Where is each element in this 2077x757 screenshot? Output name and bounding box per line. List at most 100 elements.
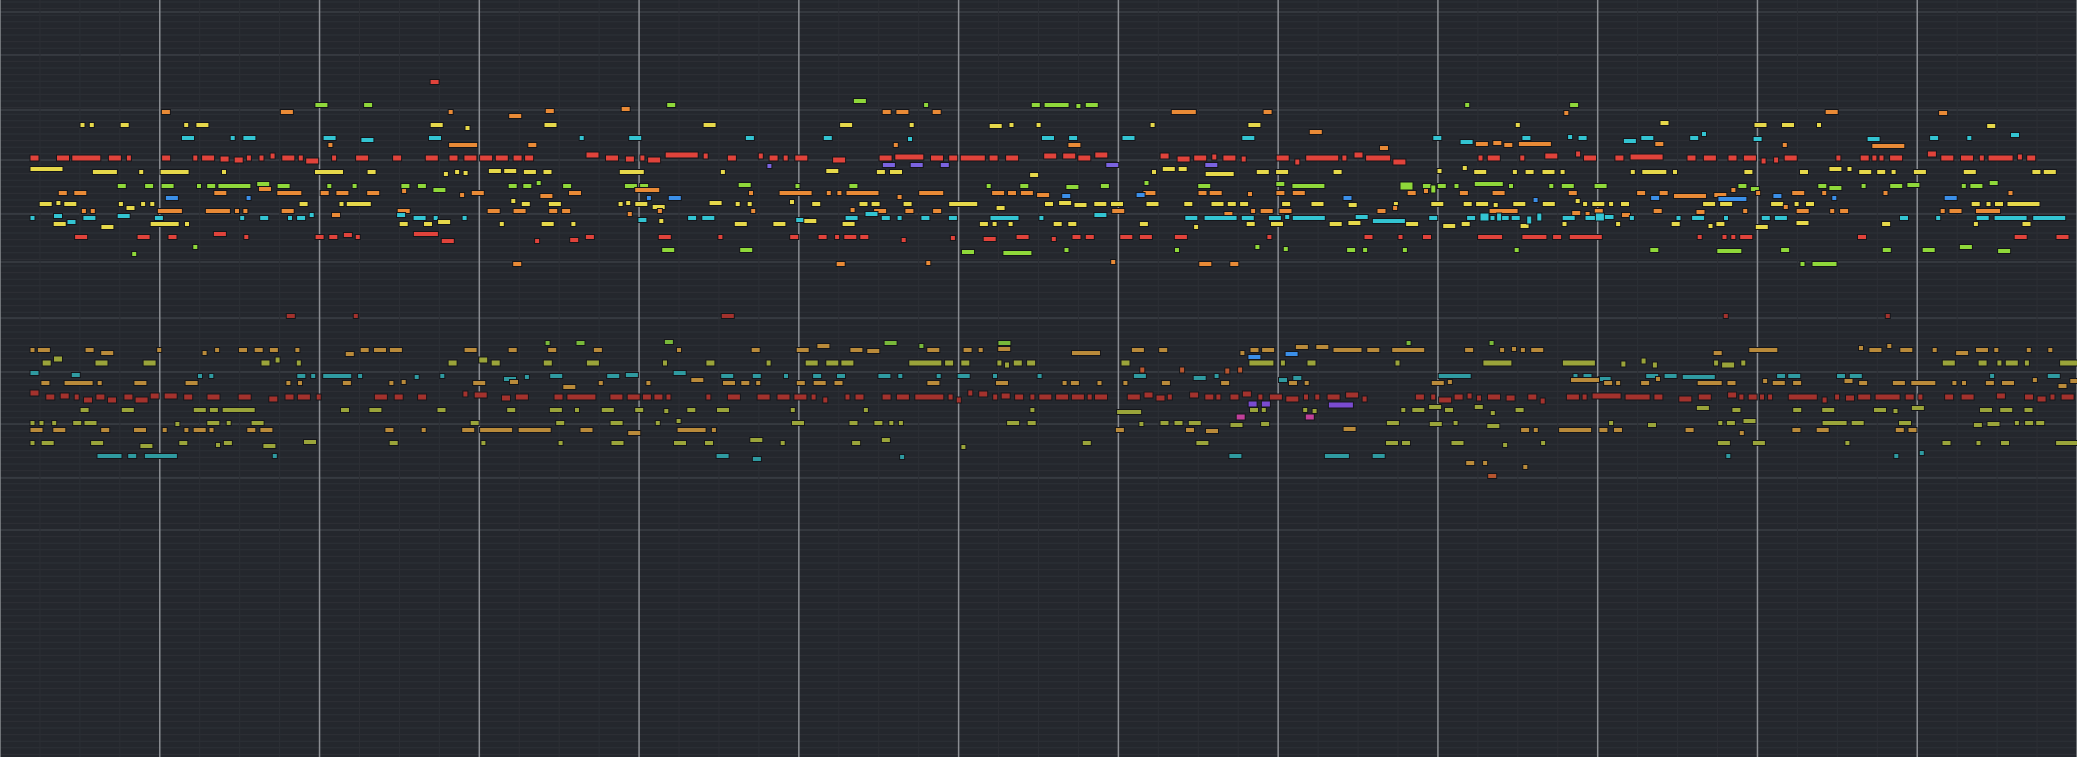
midi-note[interactable] — [1193, 224, 1200, 230]
midi-note[interactable] — [639, 154, 646, 162]
midi-note[interactable] — [319, 190, 330, 196]
midi-note[interactable] — [1466, 392, 1473, 400]
midi-note[interactable] — [1878, 154, 1885, 162]
midi-note[interactable] — [1067, 142, 1082, 148]
midi-note[interactable] — [1371, 218, 1406, 224]
midi-note[interactable] — [1993, 347, 2000, 353]
midi-note[interactable] — [1275, 154, 1290, 162]
midi-note[interactable] — [1012, 359, 1023, 367]
midi-note[interactable] — [600, 407, 615, 413]
midi-note[interactable] — [841, 221, 856, 227]
midi-note[interactable] — [201, 350, 208, 356]
midi-note[interactable] — [134, 396, 149, 404]
midi-note[interactable] — [716, 407, 730, 413]
midi-note[interactable] — [479, 154, 494, 162]
midi-note[interactable] — [461, 427, 476, 433]
midi-note[interactable] — [1845, 394, 1855, 402]
midi-note[interactable] — [1149, 122, 1156, 128]
midi-note[interactable] — [1496, 212, 1503, 222]
midi-note[interactable] — [512, 261, 523, 267]
midi-note[interactable] — [1889, 154, 1904, 162]
midi-note[interactable] — [960, 444, 967, 450]
midi-note[interactable] — [2046, 373, 2061, 379]
midi-note[interactable] — [159, 169, 190, 175]
midi-note[interactable] — [657, 234, 672, 240]
midi-note[interactable] — [1752, 136, 1763, 142]
midi-note[interactable] — [1658, 190, 1669, 196]
midi-note[interactable] — [140, 201, 147, 207]
midi-note[interactable] — [1464, 102, 1471, 108]
midi-note[interactable] — [1084, 102, 1099, 108]
midi-note[interactable] — [1522, 464, 1529, 470]
midi-note[interactable] — [1007, 190, 1017, 196]
midi-note[interactable] — [417, 393, 428, 401]
midi-note[interactable] — [1792, 380, 1803, 386]
midi-note[interactable] — [1943, 195, 1958, 201]
midi-note[interactable] — [1486, 423, 1501, 429]
midi-note[interactable] — [83, 420, 98, 426]
midi-note[interactable] — [393, 393, 404, 401]
midi-note[interactable] — [79, 407, 90, 413]
midi-note[interactable] — [392, 154, 403, 162]
midi-note[interactable] — [84, 347, 95, 353]
midi-note[interactable] — [1539, 397, 1546, 405]
midi-note[interactable] — [90, 440, 105, 446]
midi-note[interactable] — [1907, 427, 1918, 433]
midi-note[interactable] — [221, 407, 256, 413]
midi-note[interactable] — [1328, 221, 1343, 227]
midi-note[interactable] — [388, 380, 395, 386]
midi-note[interactable] — [1780, 247, 1791, 253]
midi-note[interactable] — [557, 440, 564, 446]
midi-note[interactable] — [1473, 404, 1484, 410]
midi-note[interactable] — [1904, 393, 1915, 401]
midi-note[interactable] — [1070, 393, 1085, 401]
midi-note[interactable] — [463, 347, 478, 353]
midi-note[interactable] — [1886, 343, 1893, 349]
midi-note[interactable] — [881, 393, 892, 401]
midi-note[interactable] — [1850, 420, 1865, 426]
midi-note[interactable] — [2031, 377, 2038, 383]
midi-note[interactable] — [794, 183, 801, 189]
midi-note[interactable] — [656, 208, 663, 214]
midi-note[interactable] — [540, 221, 555, 227]
midi-note[interactable] — [1828, 166, 1843, 172]
midi-note[interactable] — [1889, 183, 1904, 189]
midi-note[interactable] — [935, 373, 942, 379]
midi-note[interactable] — [1536, 212, 1543, 222]
midi-note[interactable] — [833, 380, 844, 386]
midi-note[interactable] — [578, 135, 585, 141]
midi-note[interactable] — [672, 370, 687, 376]
midi-note[interactable] — [51, 420, 58, 426]
midi-note[interactable] — [1742, 208, 1749, 214]
midi-note[interactable] — [1155, 394, 1166, 402]
midi-note[interactable] — [174, 421, 181, 427]
midi-note[interactable] — [1260, 407, 1267, 413]
midi-note[interactable] — [1655, 376, 1661, 382]
midi-note[interactable] — [357, 373, 364, 379]
midi-note[interactable] — [1461, 165, 1468, 171]
midi-note[interactable] — [848, 420, 859, 426]
midi-note[interactable] — [1347, 202, 1358, 208]
midi-note[interactable] — [1452, 420, 1459, 426]
midi-note[interactable] — [765, 359, 772, 367]
midi-note[interactable] — [1475, 201, 1490, 207]
midi-note[interactable] — [439, 373, 446, 379]
midi-note[interactable] — [544, 108, 555, 114]
midi-note[interactable] — [527, 142, 538, 148]
midi-note[interactable] — [547, 201, 562, 207]
midi-note[interactable] — [914, 393, 945, 401]
midi-note[interactable] — [1793, 201, 1800, 207]
midi-note[interactable] — [274, 356, 281, 364]
midi-note[interactable] — [1787, 393, 1818, 401]
midi-note[interactable] — [1414, 393, 1425, 401]
midi-note[interactable] — [1719, 201, 1734, 207]
midi-note[interactable] — [63, 380, 94, 386]
midi-note[interactable] — [1067, 221, 1078, 227]
midi-note[interactable] — [1116, 409, 1143, 415]
midi-note[interactable] — [512, 154, 523, 162]
midi-note[interactable] — [2026, 154, 2037, 162]
midi-note[interactable] — [1192, 375, 1207, 381]
midi-note[interactable] — [1292, 375, 1303, 381]
midi-note[interactable] — [63, 201, 78, 207]
midi-note[interactable] — [1058, 200, 1073, 206]
